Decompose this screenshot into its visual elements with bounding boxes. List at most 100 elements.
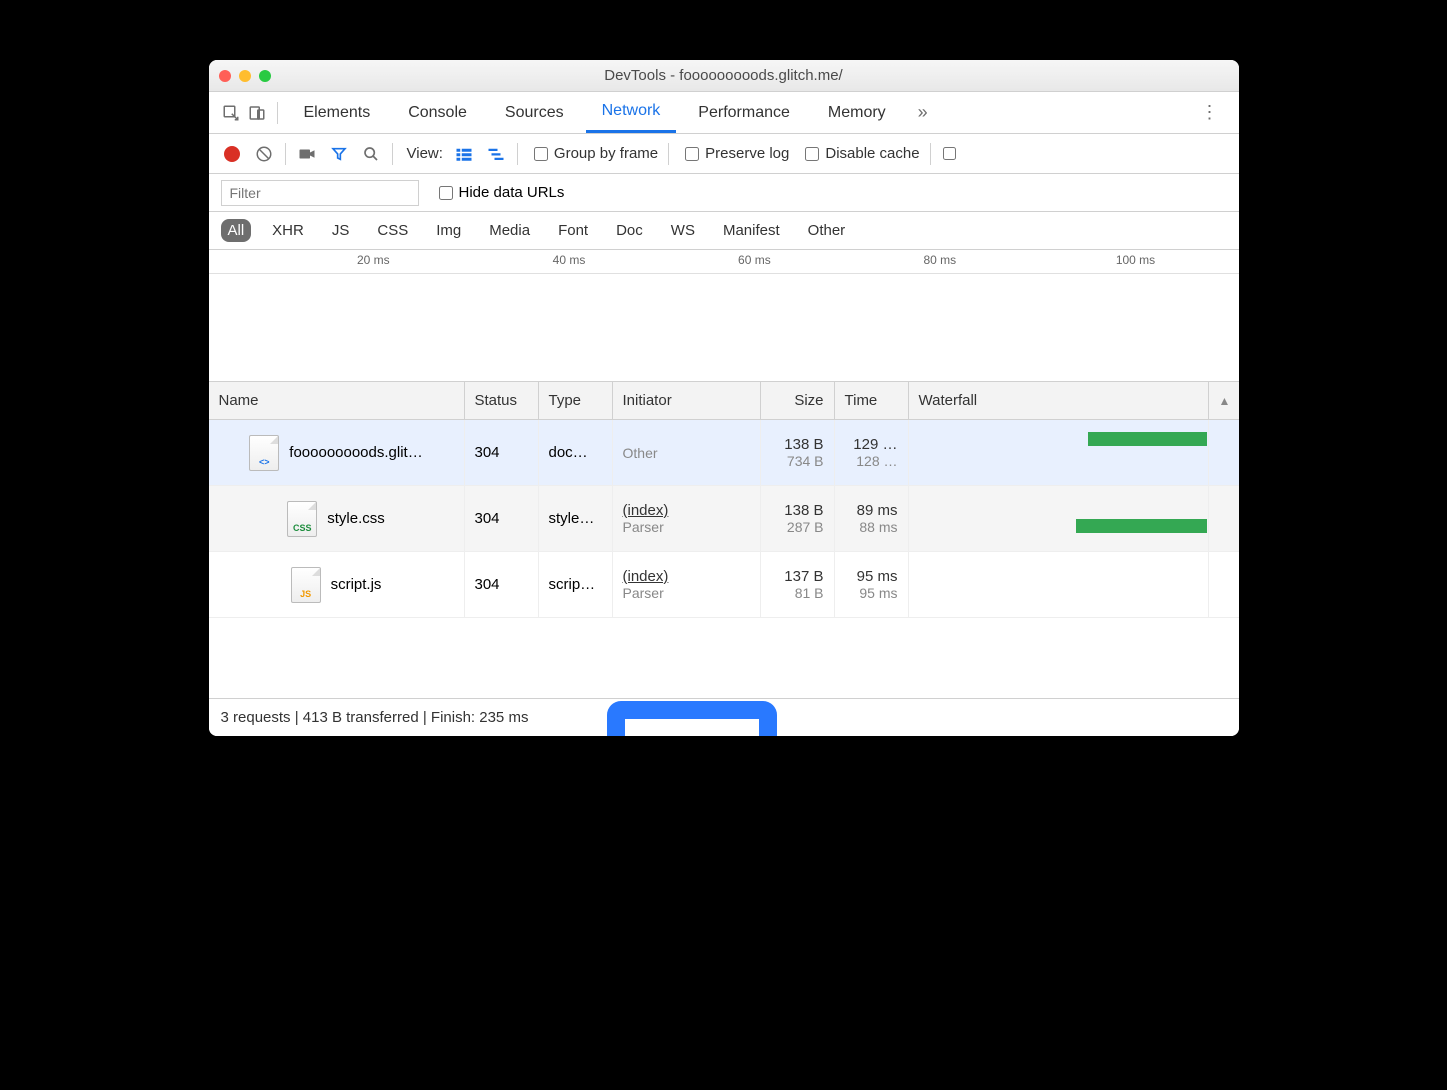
type-filter-img[interactable]: Img <box>429 219 468 242</box>
type-filter-js[interactable]: JS <box>325 219 357 242</box>
offline-checkbox[interactable] <box>943 147 956 160</box>
cell-status: 304 <box>465 486 539 551</box>
large-rows-icon[interactable] <box>453 143 475 165</box>
css-file-icon: CSS <box>287 501 317 537</box>
request-name: script.js <box>331 576 382 593</box>
tab-memory[interactable]: Memory <box>812 94 902 132</box>
close-window-button[interactable] <box>219 70 231 82</box>
more-tabs-button[interactable]: » <box>908 102 938 123</box>
type-filter-doc[interactable]: Doc <box>609 219 650 242</box>
cell-size: 138 B734 B <box>761 420 835 485</box>
cell-waterfall <box>909 486 1209 551</box>
search-icon[interactable] <box>360 143 382 165</box>
status-text: 3 requests | 413 B transferred | Finish:… <box>221 709 529 726</box>
col-header-sort[interactable]: ▲ <box>1209 382 1239 419</box>
timeline-tick: 80 ms <box>923 253 956 267</box>
cell-initiator: Other <box>613 420 761 485</box>
table-row[interactable]: JS script.js 304 scrip… (index) Parser 1… <box>209 552 1239 618</box>
record-icon <box>224 146 240 162</box>
group-by-frame-checkbox[interactable]: Group by frame <box>534 145 658 162</box>
cell-name: <> fooooooooods.glit… <box>209 420 465 485</box>
preserve-log-checkbox[interactable]: Preserve log <box>685 145 789 162</box>
tab-elements[interactable]: Elements <box>288 94 387 132</box>
titlebar: DevTools - fooooooooods.glitch.me/ <box>209 60 1239 92</box>
device-toggle-icon[interactable] <box>247 103 267 123</box>
separator <box>285 143 286 165</box>
separator <box>392 143 393 165</box>
cell-spacer <box>1209 552 1239 617</box>
cell-time: 129 …128 … <box>835 420 909 485</box>
cell-time: 89 ms88 ms <box>835 486 909 551</box>
cell-initiator: (index) Parser <box>613 552 761 617</box>
type-filter-all[interactable]: All <box>221 219 252 242</box>
minimize-window-button[interactable] <box>239 70 251 82</box>
clear-button[interactable] <box>253 143 275 165</box>
type-filter-ws[interactable]: WS <box>664 219 702 242</box>
camera-icon[interactable] <box>296 143 318 165</box>
tab-console[interactable]: Console <box>392 94 483 132</box>
request-table: Name Status Type Initiator Size Time Wat… <box>209 382 1239 698</box>
filter-icon[interactable] <box>328 143 350 165</box>
filter-bar: Hide data URLs <box>209 174 1239 212</box>
tab-performance[interactable]: Performance <box>682 94 806 132</box>
separator <box>668 143 669 165</box>
waterfall-bar <box>1076 519 1208 533</box>
col-header-status[interactable]: Status <box>465 382 539 419</box>
group-by-frame-label: Group by frame <box>554 145 658 162</box>
cell-type: scrip… <box>539 552 613 617</box>
col-header-initiator[interactable]: Initiator <box>613 382 761 419</box>
zoom-window-button[interactable] <box>259 70 271 82</box>
initiator-sub: Parser <box>623 519 750 535</box>
panel-tabbar: Elements Console Sources Network Perform… <box>209 92 1239 134</box>
inspect-icon[interactable] <box>221 103 241 123</box>
type-filter-manifest[interactable]: Manifest <box>716 219 787 242</box>
cell-type: doc… <box>539 420 613 485</box>
table-row[interactable]: <> fooooooooods.glit… 304 doc… Other 138… <box>209 420 1239 486</box>
table-blank-space <box>209 618 1239 698</box>
col-header-name[interactable]: Name <box>209 382 465 419</box>
separator <box>930 143 931 165</box>
kebab-menu-icon[interactable]: ⋮ <box>1193 102 1227 123</box>
type-filter-css[interactable]: CSS <box>370 219 415 242</box>
type-filter-bar: All XHR JS CSS Img Media Font Doc WS Man… <box>209 212 1239 250</box>
type-filter-font[interactable]: Font <box>551 219 595 242</box>
tab-sources[interactable]: Sources <box>489 94 580 132</box>
network-toolbar: View: Group by frame Preserve log Disabl… <box>209 134 1239 174</box>
cell-name: JS script.js <box>209 552 465 617</box>
col-header-type[interactable]: Type <box>539 382 613 419</box>
request-name: fooooooooods.glit… <box>289 444 422 461</box>
table-header: Name Status Type Initiator Size Time Wat… <box>209 382 1239 420</box>
record-button[interactable] <box>221 143 243 165</box>
filter-input[interactable] <box>221 180 419 206</box>
preserve-log-label: Preserve log <box>705 145 789 162</box>
type-filter-media[interactable]: Media <box>482 219 537 242</box>
hide-data-urls-checkbox[interactable]: Hide data URLs <box>439 184 565 201</box>
col-header-size[interactable]: Size <box>761 382 835 419</box>
type-filter-other[interactable]: Other <box>801 219 853 242</box>
initiator-text: Other <box>623 445 750 461</box>
table-body: <> fooooooooods.glit… 304 doc… Other 138… <box>209 420 1239 698</box>
tab-network[interactable]: Network <box>586 92 677 133</box>
sort-arrow-icon: ▲ <box>1219 394 1231 408</box>
disable-cache-checkbox[interactable]: Disable cache <box>805 145 919 162</box>
table-row[interactable]: CSS style.css 304 style… (index) Parser … <box>209 486 1239 552</box>
initiator-link[interactable]: (index) <box>623 568 750 585</box>
window-title: DevTools - fooooooooods.glitch.me/ <box>209 67 1239 84</box>
disable-cache-label: Disable cache <box>825 145 919 162</box>
timeline-overview[interactable]: 20 ms 40 ms 60 ms 80 ms 100 ms <box>209 250 1239 382</box>
cell-waterfall <box>909 552 1209 617</box>
status-bar: 3 requests | 413 B transferred | Finish:… <box>209 698 1239 736</box>
initiator-sub: Parser <box>623 585 750 601</box>
waterfall-view-icon[interactable] <box>485 143 507 165</box>
col-header-time[interactable]: Time <box>835 382 909 419</box>
cell-name: CSS style.css <box>209 486 465 551</box>
col-header-waterfall[interactable]: Waterfall <box>909 382 1209 419</box>
traffic-lights <box>219 70 271 82</box>
timeline-ruler: 20 ms 40 ms 60 ms 80 ms 100 ms <box>209 250 1239 274</box>
cell-type: style… <box>539 486 613 551</box>
separator <box>277 102 278 124</box>
view-label: View: <box>407 145 443 162</box>
initiator-link[interactable]: (index) <box>623 502 750 519</box>
type-filter-xhr[interactable]: XHR <box>265 219 311 242</box>
cell-initiator: (index) Parser <box>613 486 761 551</box>
